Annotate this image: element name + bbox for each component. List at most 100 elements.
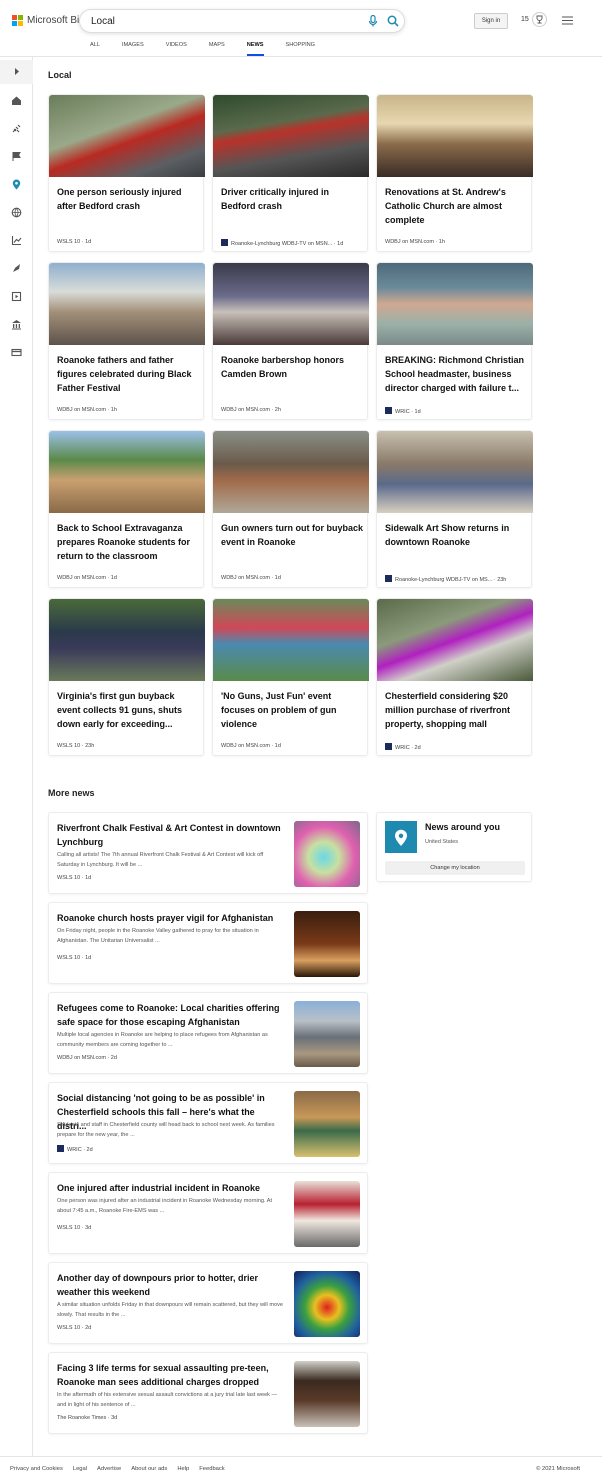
- news-card[interactable]: 'No Guns, Just Fun' event focuses on pro…: [212, 598, 369, 756]
- tab-maps[interactable]: MAPS: [209, 40, 225, 56]
- tab-all[interactable]: ALL: [90, 40, 100, 56]
- more-news-thumbnail[interactable]: [294, 1181, 360, 1247]
- news-card-title[interactable]: BREAKING: Richmond Christian School head…: [385, 353, 527, 395]
- news-card-image[interactable]: [49, 599, 205, 681]
- more-news-thumbnail[interactable]: [294, 1091, 360, 1157]
- home-icon[interactable]: [11, 95, 22, 106]
- footer-link-privacy[interactable]: Privacy and Cookies: [10, 1466, 63, 1472]
- news-card-image[interactable]: [213, 263, 369, 345]
- news-card[interactable]: Roanoke barbershop honors Camden Brown WD…: [212, 262, 369, 420]
- news-card-title[interactable]: Renovations at St. Andrew's Catholic Chu…: [385, 185, 527, 227]
- news-card-title[interactable]: Virginia's first gun buyback event colle…: [57, 689, 199, 731]
- news-card-title[interactable]: Roanoke barbershop honors Camden Brown: [221, 353, 363, 381]
- change-location-button[interactable]: Change my location: [385, 861, 525, 875]
- news-card-source-text: Roanoke-Lynchburg WDBJ-TV on MS... · 23h: [395, 577, 507, 583]
- tab-videos[interactable]: VIDEOS: [166, 40, 187, 56]
- news-card-image[interactable]: [377, 599, 533, 681]
- news-card-image[interactable]: [213, 599, 369, 681]
- footer-link-legal[interactable]: Legal: [73, 1466, 87, 1472]
- news-card[interactable]: Chesterfield considering $20 million pur…: [376, 598, 533, 756]
- news-card[interactable]: Virginia's first gun buyback event colle…: [48, 598, 205, 756]
- news-card-title[interactable]: One person seriously injured after Bedfo…: [57, 185, 199, 213]
- more-news-item[interactable]: Facing 3 life terms for sexual assaultin…: [48, 1352, 368, 1434]
- more-news-item[interactable]: One injured after industrial incident in…: [48, 1172, 368, 1254]
- more-news-title[interactable]: Facing 3 life terms for sexual assaultin…: [57, 1361, 283, 1389]
- tab-news[interactable]: NEWS: [246, 40, 264, 56]
- news-card-title[interactable]: 'No Guns, Just Fun' event focuses on pro…: [221, 689, 363, 731]
- tab-shopping[interactable]: SHOPPING: [286, 40, 316, 56]
- more-news-thumbnail[interactable]: [294, 911, 360, 977]
- video-icon[interactable]: [11, 291, 22, 302]
- chart-icon[interactable]: [11, 235, 22, 246]
- sign-in-button[interactable]: Sign in: [474, 13, 508, 29]
- news-card[interactable]: Sidewalk Art Show returns in downtown Ro…: [376, 430, 533, 588]
- rewards-points[interactable]: 15: [521, 16, 529, 23]
- news-card-title[interactable]: Sidewalk Art Show returns in downtown Ro…: [385, 521, 527, 549]
- tab-images[interactable]: IMAGES: [122, 40, 144, 56]
- news-card-image[interactable]: [49, 95, 205, 177]
- rewards-trophy-icon[interactable]: [532, 12, 547, 27]
- more-news-snippet: Students and staff in Chesterfield count…: [57, 1122, 275, 1138]
- news-card[interactable]: Driver critically injured in Bedford cra…: [212, 94, 369, 252]
- news-card-image[interactable]: [49, 263, 205, 345]
- more-news-title[interactable]: Refugees come to Roanoke: Local charitie…: [57, 1001, 283, 1029]
- expand-icon[interactable]: [11, 66, 22, 77]
- more-news-thumbnail[interactable]: [294, 821, 360, 887]
- more-news-thumbnail[interactable]: [294, 1001, 360, 1067]
- news-card[interactable]: One person seriously injured after Bedfo…: [48, 94, 205, 252]
- more-news-thumbnail[interactable]: [294, 1271, 360, 1337]
- news-card-image[interactable]: [213, 431, 369, 513]
- search-icon[interactable]: [387, 15, 399, 27]
- microphone-icon[interactable]: [368, 15, 378, 27]
- more-news-title[interactable]: Roanoke church hosts prayer vigil for Af…: [57, 911, 283, 925]
- globe-icon[interactable]: [11, 207, 22, 218]
- publisher-logo-icon: [385, 407, 392, 414]
- more-news-item[interactable]: Riverfront Chalk Festival & Art Contest …: [48, 812, 368, 894]
- news-card[interactable]: Back to School Extravaganza prepares Roa…: [48, 430, 205, 588]
- news-card-image[interactable]: [377, 95, 533, 177]
- news-card-source-text: WDBJ on MSN.com · 1d: [221, 743, 281, 749]
- news-card-title[interactable]: Roanoke fathers and father figures celeb…: [57, 353, 199, 395]
- footer-link-advertise[interactable]: Advertise: [97, 1466, 121, 1472]
- news-card-source: WDBJ on MSN.com · 1d: [221, 575, 281, 581]
- news-card-source: WRIC · 2d: [385, 743, 421, 751]
- news-card[interactable]: Roanoke fathers and father figures celeb…: [48, 262, 205, 420]
- news-card-source-text: WRIC · 1d: [395, 409, 421, 415]
- news-card-title[interactable]: Gun owners turn out for buyback event in…: [221, 521, 363, 549]
- location-icon[interactable]: [11, 179, 22, 190]
- flag-icon[interactable]: [11, 151, 22, 162]
- news-card[interactable]: Renovations at St. Andrew's Catholic Chu…: [376, 94, 533, 252]
- news-card-title[interactable]: Chesterfield considering $20 million pur…: [385, 689, 527, 731]
- more-news-thumbnail[interactable]: [294, 1361, 360, 1427]
- current-location: United States: [425, 839, 459, 845]
- news-card[interactable]: Gun owners turn out for buyback event in…: [212, 430, 369, 588]
- card-icon[interactable]: [11, 347, 22, 358]
- news-card-image[interactable]: [377, 263, 533, 345]
- bank-icon[interactable]: [11, 319, 22, 330]
- news-card-title[interactable]: Back to School Extravaganza prepares Roa…: [57, 521, 199, 563]
- search-input[interactable]: Local: [91, 16, 115, 27]
- more-news-item[interactable]: Roanoke church hosts prayer vigil for Af…: [48, 902, 368, 984]
- more-news-item[interactable]: Social distancing 'not going to be as po…: [48, 1082, 368, 1164]
- copyright: © 2021 Microsoft: [536, 1466, 580, 1472]
- more-news-title[interactable]: Riverfront Chalk Festival & Art Contest …: [57, 821, 283, 849]
- footer-link-feedback[interactable]: Feedback: [199, 1466, 224, 1472]
- news-card-image[interactable]: [213, 95, 369, 177]
- news-card[interactable]: BREAKING: Richmond Christian School head…: [376, 262, 533, 420]
- news-card-image[interactable]: [49, 431, 205, 513]
- rocket-icon[interactable]: [11, 263, 22, 274]
- more-news-item[interactable]: Another day of downpours prior to hotter…: [48, 1262, 368, 1344]
- search-box[interactable]: Local: [79, 9, 405, 33]
- news-card-source: WRIC · 1d: [385, 407, 421, 415]
- more-news-title[interactable]: Another day of downpours prior to hotter…: [57, 1271, 283, 1299]
- footer-link-about-ads[interactable]: About our ads: [131, 1466, 167, 1472]
- news-card-source: WDBJ on MSN.com · 1d: [221, 743, 281, 749]
- more-news-title[interactable]: One injured after industrial incident in…: [57, 1181, 283, 1195]
- news-card-title[interactable]: Driver critically injured in Bedford cra…: [221, 185, 363, 213]
- footer-link-help[interactable]: Help: [177, 1466, 189, 1472]
- satellite-icon[interactable]: [11, 123, 22, 134]
- hamburger-menu-icon[interactable]: [562, 16, 573, 25]
- news-card-source: WDBJ on MSN.com · 1h: [385, 239, 445, 245]
- more-news-item[interactable]: Refugees come to Roanoke: Local charitie…: [48, 992, 368, 1074]
- news-card-image[interactable]: [377, 431, 533, 513]
